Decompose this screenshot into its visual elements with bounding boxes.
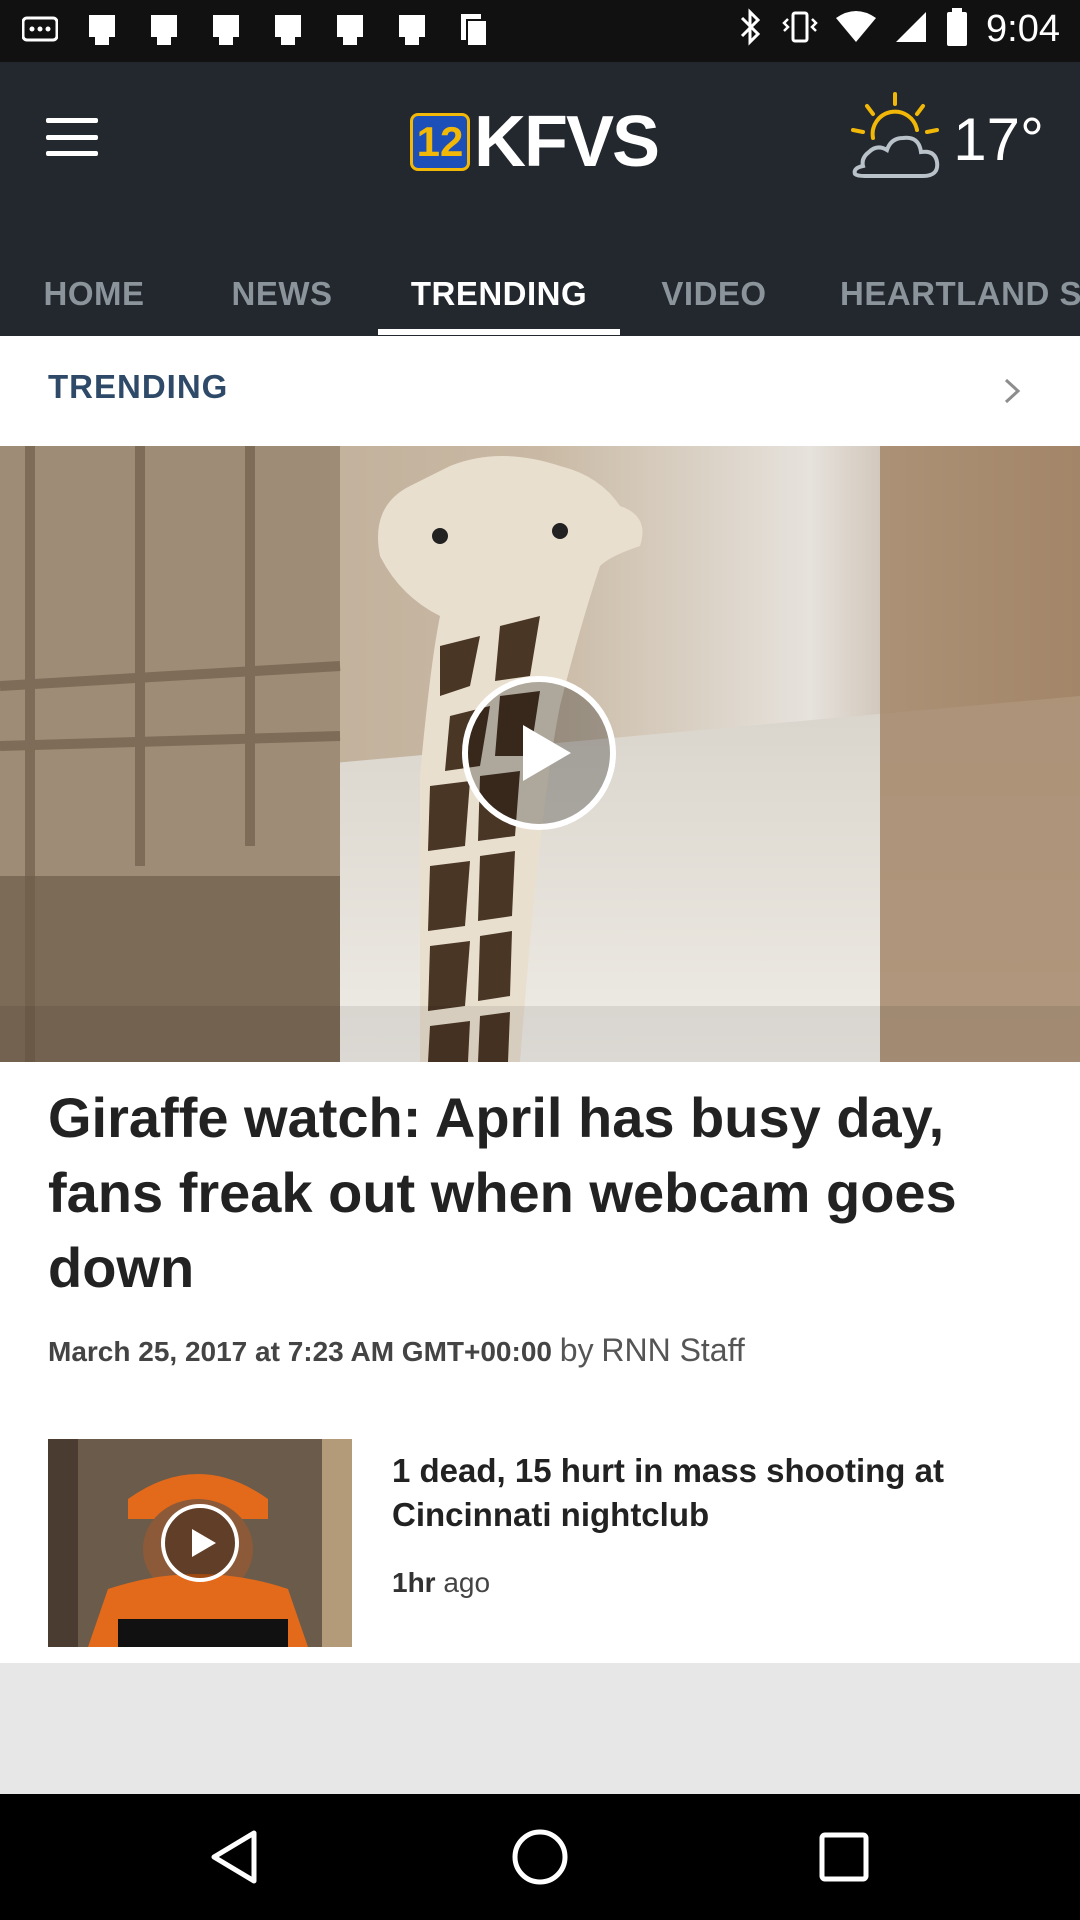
notification-icons [22,12,492,48]
tab-news[interactable]: NEWS [200,252,364,336]
station-logo[interactable]: 12 KFVS [410,102,660,182]
news-flag-icon-6 [394,12,430,48]
logo-text: KFVS [474,102,660,182]
home-button[interactable] [510,1827,570,1887]
hamburger-icon-line [46,134,98,140]
play-icon[interactable] [160,1503,240,1588]
main-content: TRENDING Giraffe watch: April has busy d… [0,336,1080,1663]
temperature: 17° [953,106,1044,173]
hamburger-icon-line [46,151,98,156]
story-title[interactable]: 1 dead, 15 hurt in mass shooting at Cinc… [392,1449,1012,1537]
story-time-value: 1hr [392,1567,436,1598]
system-icons: 9:04 [738,8,1060,51]
author: RNN Staff [601,1332,745,1368]
active-tab-indicator [378,329,620,335]
news-flag-icon-2 [146,12,182,48]
logo-number: 12 [410,113,470,171]
tab-home[interactable]: HOME [12,252,176,336]
tab-heartland[interactable]: HEARTLAND S [820,252,1080,336]
bluetooth-icon [738,8,764,51]
document-icon [456,12,492,48]
menu-button[interactable] [46,118,98,156]
by-label: by [559,1332,594,1368]
publish-date: March 25, 2017 at 7:23 AM GMT+00:00 [48,1336,552,1367]
story-thumbnail[interactable] [48,1439,352,1647]
list-item[interactable]: 1 dead, 15 hurt in mass shooting at Cinc… [48,1439,1048,1647]
messages-icon [22,12,58,48]
recents-button[interactable] [814,1827,874,1887]
clock: 9:04 [986,8,1060,50]
news-flag-icon [84,12,120,48]
weather-widget[interactable]: 17° [847,90,1044,189]
tab-trending[interactable]: TRENDING [378,252,620,336]
chevron-right-icon[interactable] [1002,376,1022,411]
news-flag-icon-3 [208,12,244,48]
news-flag-icon-4 [270,12,306,48]
tab-video[interactable]: VIDEO [640,252,788,336]
ad-placeholder [0,1663,1080,1794]
section-header[interactable]: TRENDING [0,336,1080,444]
tab-heartland-label: HEARTLAND S [840,275,1080,312]
tab-home-label: HOME [43,275,145,312]
vibrate-icon [782,9,818,50]
story-time: 1hr ago [392,1567,490,1599]
tab-news-label: NEWS [231,275,333,312]
featured-meta: March 25, 2017 at 7:23 AM GMT+00:00 by R… [48,1332,745,1369]
section-tabs: HOME NEWS TRENDING VIDEO HEARTLAND S [0,252,1080,336]
system-nav-bar [0,1794,1080,1920]
hamburger-icon-line [46,118,98,123]
status-bar: 9:04 [0,0,1080,62]
tab-trending-label: TRENDING [410,275,588,312]
partly-cloudy-icon [847,90,943,189]
section-title: TRENDING [48,368,229,405]
signal-icon [894,10,928,49]
play-button[interactable] [461,675,617,836]
back-button[interactable] [206,1827,266,1887]
news-flag-icon-5 [332,12,368,48]
wifi-icon [836,10,877,49]
tab-video-label: VIDEO [661,275,767,312]
featured-headline[interactable]: Giraffe watch: April has busy day, fans … [48,1080,1038,1305]
battery-icon [946,8,968,51]
story-time-suffix: ago [443,1567,491,1598]
